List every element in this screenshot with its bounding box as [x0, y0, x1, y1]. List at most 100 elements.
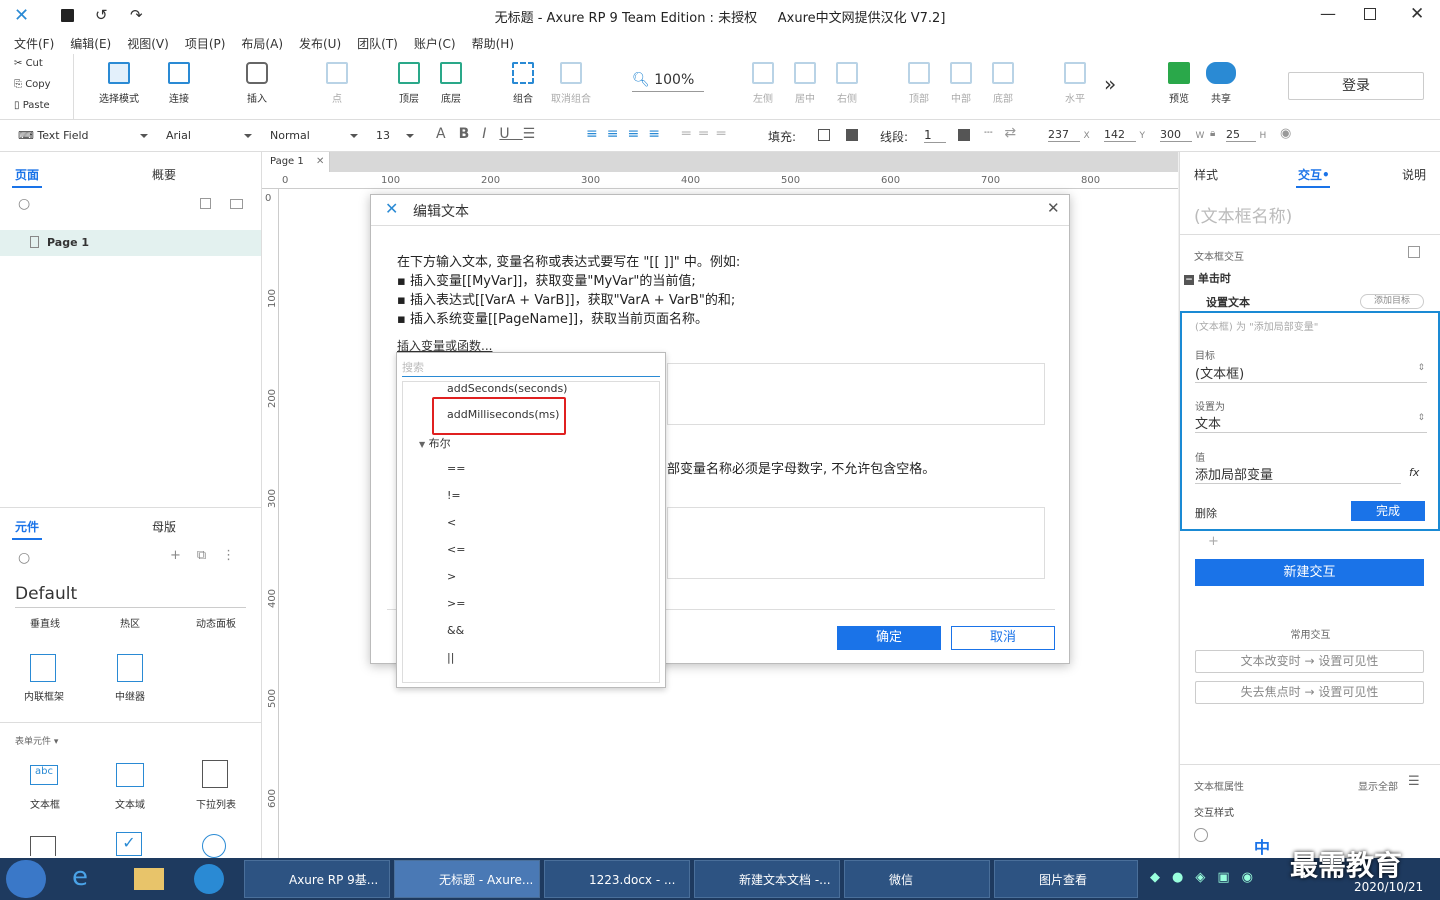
- maximize-button[interactable]: [1364, 8, 1376, 20]
- text-editor-area[interactable]: [667, 363, 1045, 425]
- distribute-horizontal-button[interactable]: 水平: [1060, 62, 1090, 105]
- widget-style-select[interactable]: ⌨ Text Field: [14, 126, 152, 146]
- text-format-icons[interactable]: ABIU☰: [436, 126, 548, 142]
- h-input[interactable]: 25 H: [1226, 128, 1266, 142]
- list-item[interactable]: ||: [447, 651, 454, 664]
- widget-hotspot[interactable]: 热区: [120, 615, 140, 630]
- align-left-button[interactable]: 左侧: [748, 62, 778, 105]
- copy-button[interactable]: ⎘ Copy: [14, 79, 51, 90]
- point-button[interactable]: 点: [322, 62, 352, 105]
- widget-inline-frame[interactable]: 内联框架: [24, 688, 64, 703]
- radio-icon[interactable]: [1194, 828, 1208, 842]
- task-axure[interactable]: 无标题 - Axure...: [394, 860, 540, 898]
- setas-select[interactable]: 文本 ⇕: [1195, 413, 1427, 433]
- align-top-button[interactable]: 顶部: [904, 62, 934, 105]
- font-size-select[interactable]: 13: [372, 126, 418, 146]
- ie-icon[interactable]: e: [72, 862, 88, 892]
- y-input[interactable]: 142 Y: [1104, 128, 1145, 142]
- form-widgets-section[interactable]: 表单元件 ▾: [15, 734, 58, 747]
- widget-vertical-line[interactable]: 垂直线: [30, 615, 60, 630]
- list-item[interactable]: &&: [447, 624, 464, 637]
- tab-pages[interactable]: 页面: [15, 166, 39, 183]
- font-style-select[interactable]: Normal: [266, 126, 362, 146]
- widget-inline-frame-icon[interactable]: [30, 654, 56, 682]
- tray-icons[interactable]: ◆●◈▣◉: [1150, 870, 1265, 885]
- list-item[interactable]: ==: [447, 462, 465, 475]
- menu-view[interactable]: 视图(V): [127, 35, 169, 52]
- line-width-input[interactable]: 1: [924, 128, 946, 143]
- widget-radio-icon[interactable]: [202, 834, 226, 858]
- list-item[interactable]: addSeconds(seconds): [447, 382, 567, 395]
- widget-listbox-icon[interactable]: [30, 836, 56, 856]
- add-target-button[interactable]: 添加目标: [1360, 294, 1424, 309]
- line-color-swatch[interactable]: [958, 129, 970, 141]
- insert-button[interactable]: 插入: [242, 62, 272, 105]
- function-search-input[interactable]: 搜索: [402, 359, 660, 377]
- tab-outline[interactable]: 概要: [152, 166, 176, 183]
- task-notepad[interactable]: 新建文本文档 -...: [694, 860, 840, 898]
- dialog-close-button[interactable]: ✕: [1047, 199, 1060, 217]
- widget-textarea[interactable]: 文本域: [115, 796, 145, 811]
- widget-tools-icons[interactable]: +⧉⋮: [170, 548, 251, 563]
- align-right-button[interactable]: 右侧: [832, 62, 862, 105]
- list-item[interactable]: !=: [447, 489, 461, 502]
- tab-widgets[interactable]: 元件: [15, 518, 39, 535]
- widget-droplist-icon[interactable]: [202, 760, 228, 788]
- preview-button[interactable]: 预览: [1164, 62, 1194, 105]
- value-input[interactable]: 添加局部变量: [1195, 464, 1401, 484]
- tab-style[interactable]: 样式: [1194, 166, 1218, 183]
- browser-icon[interactable]: [194, 864, 224, 894]
- menu-file[interactable]: 文件(F): [14, 35, 54, 52]
- paste-button[interactable]: ▯ Paste: [14, 100, 50, 111]
- share-button[interactable]: 共享: [1204, 62, 1238, 105]
- vertical-align-icons[interactable]: ═══: [682, 126, 734, 142]
- menu-help[interactable]: 帮助(H): [472, 35, 514, 52]
- category-boolean[interactable]: ▼ 布尔: [419, 435, 451, 451]
- widget-checkbox-icon[interactable]: ✓: [116, 832, 142, 856]
- tab-masters[interactable]: 母版: [152, 518, 176, 535]
- zoom-control[interactable]: 🔍︎ 100%: [632, 72, 704, 92]
- menu-icon[interactable]: ☰: [1408, 774, 1420, 789]
- list-item[interactable]: <: [447, 516, 456, 529]
- align-middle-button[interactable]: 中部: [946, 62, 976, 105]
- menu-publish[interactable]: 发布(U): [299, 35, 341, 52]
- add-folder-icon[interactable]: [230, 199, 243, 209]
- more-tools-button[interactable]: »: [1104, 72, 1116, 96]
- widgets-search-icon[interactable]: ○: [18, 550, 30, 566]
- event-onclick[interactable]: − 单击时: [1184, 270, 1231, 286]
- list-item[interactable]: <=: [447, 543, 465, 556]
- visibility-eye-icon[interactable]: ◉: [1280, 126, 1291, 141]
- widget-textfield-icon[interactable]: abc: [30, 765, 58, 785]
- done-button[interactable]: 完成: [1351, 501, 1425, 521]
- widget-droplist[interactable]: 下拉列表: [196, 796, 236, 811]
- task-image-viewer[interactable]: 图片查看: [994, 860, 1138, 898]
- fx-button[interactable]: fx: [1409, 466, 1419, 479]
- widget-name-input[interactable]: (文本框名称): [1194, 202, 1292, 227]
- task-wechat[interactable]: 微信: [844, 860, 990, 898]
- connect-button[interactable]: 连接: [164, 62, 194, 105]
- expand-panel-icon[interactable]: [1408, 246, 1420, 258]
- font-family-select[interactable]: Arial: [162, 126, 256, 146]
- select-mode-button[interactable]: 选择模式: [96, 62, 142, 105]
- widget-textfield[interactable]: 文本框: [30, 796, 60, 811]
- lock-icon[interactable]: 🔒︎: [1210, 128, 1215, 139]
- widget-repeater-icon[interactable]: [117, 654, 143, 682]
- explorer-icon[interactable]: [134, 868, 164, 890]
- send-back-button[interactable]: 底层: [436, 62, 466, 105]
- menu-edit[interactable]: 编辑(E): [70, 35, 111, 52]
- action-set-text[interactable]: 设置文本: [1206, 294, 1250, 310]
- add-action-icon[interactable]: +: [1208, 534, 1219, 549]
- cancel-button[interactable]: 取消: [951, 626, 1055, 650]
- group-button[interactable]: 组合: [508, 62, 538, 105]
- common-lost-focus-button[interactable]: 失去焦点时 → 设置可见性: [1195, 681, 1424, 704]
- common-text-changed-button[interactable]: 文本改变时 → 设置可见性: [1195, 650, 1424, 673]
- task-wps[interactable]: 1223.docx - ...: [544, 860, 690, 898]
- text-align-icons[interactable]: ≡≡≡≡: [586, 126, 669, 142]
- task-chrome[interactable]: Axure RP 9基...: [244, 860, 390, 898]
- add-page-icon[interactable]: [200, 198, 211, 209]
- fill-shadow-swatch[interactable]: [846, 129, 858, 141]
- menu-arrange[interactable]: 布局(A): [241, 35, 283, 52]
- w-input[interactable]: 300 W: [1160, 128, 1204, 142]
- login-button[interactable]: 登录: [1288, 72, 1424, 100]
- new-interaction-button[interactable]: 新建交互: [1195, 559, 1424, 586]
